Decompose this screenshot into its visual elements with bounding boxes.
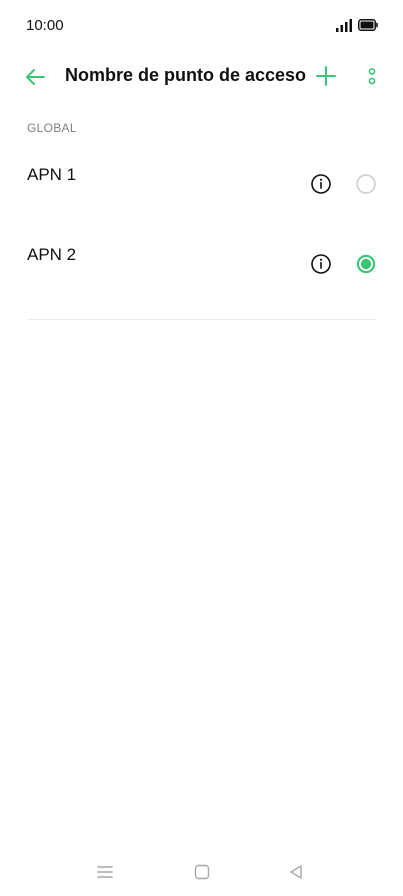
battery-icon bbox=[358, 19, 378, 31]
signal-icon bbox=[336, 19, 352, 32]
square-home-icon[interactable] bbox=[193, 863, 211, 881]
plus-icon[interactable] bbox=[314, 64, 338, 88]
status-bar: 10:00 bbox=[0, 0, 403, 52]
info-icon[interactable] bbox=[310, 173, 332, 195]
section-header-global: GLOBAL bbox=[27, 121, 77, 135]
page-title: Nombre de punto de acceso bbox=[65, 65, 307, 85]
list-divider bbox=[27, 319, 376, 320]
menu-lines-icon[interactable] bbox=[96, 863, 114, 881]
more-vertical-icon[interactable] bbox=[364, 64, 380, 90]
app-bar: Nombre de punto de acceso bbox=[0, 52, 403, 102]
apn-name: APN 1 bbox=[27, 165, 77, 184]
info-icon[interactable] bbox=[310, 253, 332, 275]
system-nav-bar bbox=[0, 852, 403, 896]
radio-unselected[interactable] bbox=[355, 173, 377, 195]
radio-selected[interactable] bbox=[355, 253, 377, 275]
status-time: 10:00 bbox=[26, 17, 64, 34]
back-arrow-icon[interactable] bbox=[22, 64, 48, 90]
triangle-back-icon[interactable] bbox=[287, 863, 305, 881]
apn-list-item[interactable]: APN 2 bbox=[0, 226, 403, 306]
apn-list-item[interactable]: APN 1 bbox=[0, 146, 403, 226]
apn-name: APN 2 bbox=[27, 245, 77, 264]
